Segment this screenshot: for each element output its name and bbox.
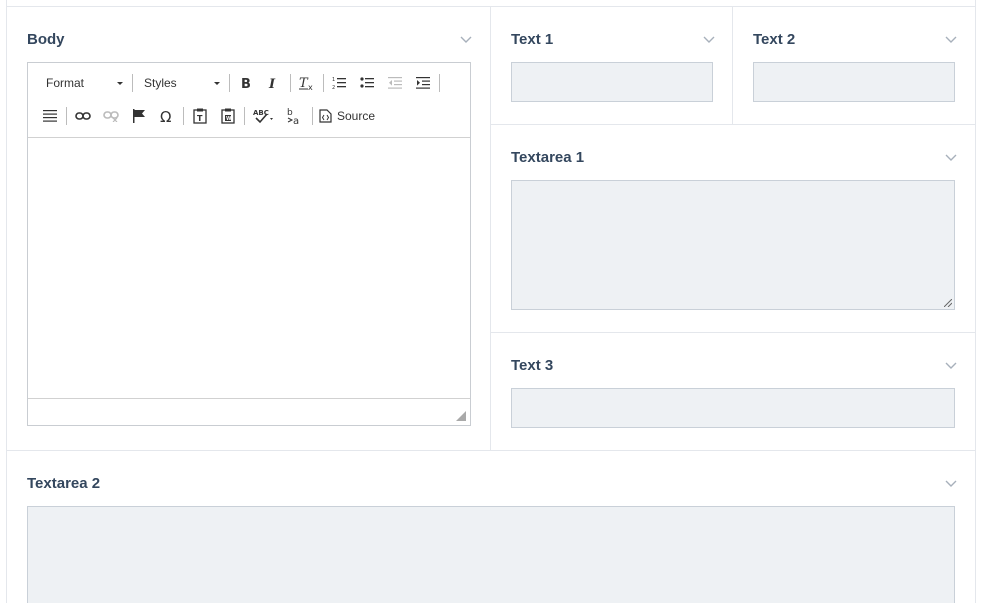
paste-word-icon[interactable]: W [218,106,238,126]
styles-dropdown-label: Styles [144,76,177,90]
svg-text:x: x [308,83,313,91]
svg-text:a: a [293,116,299,125]
top-divider [6,6,976,7]
editor-content-area[interactable] [28,138,470,399]
toolbar-separator [183,107,184,125]
bulleted-list-icon[interactable] [357,73,377,93]
svg-text:1: 1 [332,77,335,83]
row-divider-2 [490,332,976,333]
text2-input[interactable] [754,63,954,101]
find-replace-icon[interactable]: ba [284,106,304,126]
indent-icon[interactable] [413,73,433,93]
chevron-down-icon[interactable] [945,36,957,44]
svg-text:B: B [241,77,251,90]
link-icon[interactable] [73,106,93,126]
column-divider-right [732,6,733,124]
text2-label: Text 2 [753,31,796,48]
italic-icon[interactable]: I [263,73,283,93]
text1-input[interactable] [512,63,712,101]
format-dropdown-label: Format [46,76,85,90]
editor-footer [28,398,470,425]
textarea1-input[interactable] [512,181,954,309]
toolbar-separator [66,107,67,125]
unlink-icon[interactable] [101,106,121,126]
text3-label: Text 3 [511,357,554,374]
svg-text:I: I [268,77,276,90]
svg-text:ABC: ABC [253,109,269,117]
text2-field[interactable] [753,62,955,102]
textarea-resize-icon[interactable] [944,299,952,307]
outdent-icon[interactable] [385,73,405,93]
text1-label: Text 1 [511,31,554,48]
textarea2-label: Textarea 2 [27,475,101,492]
styles-caret-icon [214,82,220,85]
editor-toolbar: Format Styles B I Tx 12 Ω T W ABC b a So… [28,63,470,138]
body-label: Body [27,31,65,48]
svg-text:2: 2 [332,85,335,90]
column-divider [490,6,491,450]
paste-text-icon[interactable]: T [190,106,210,126]
spellcheck-icon[interactable]: ABC [251,106,279,126]
source-icon [319,109,332,123]
textarea1-field[interactable] [511,180,955,310]
toolbar-separator [439,74,440,92]
rich-text-editor: Format Styles B I Tx 12 Ω T W ABC b a So… [27,62,471,426]
styles-dropdown[interactable]: Styles [144,75,224,91]
svg-text:W: W [226,116,232,122]
anchor-flag-icon[interactable] [129,106,149,126]
toolbar-separator [323,74,324,92]
text3-field[interactable] [511,388,955,428]
text3-input[interactable] [512,389,954,427]
source-button[interactable]: Source [319,106,381,126]
toolbar-separator [290,74,291,92]
textarea1-label: Textarea 1 [511,149,585,166]
chevron-down-icon[interactable] [945,362,957,370]
toolbar-separator [229,74,230,92]
chevron-down-icon[interactable] [703,36,715,44]
format-dropdown[interactable]: Format [46,75,126,91]
chevron-down-icon[interactable] [945,154,957,162]
toolbar-separator [244,107,245,125]
text1-field[interactable] [511,62,713,102]
toolbar-separator [132,74,133,92]
remove-format-icon[interactable]: Tx [296,73,316,93]
bold-icon[interactable]: B [236,73,256,93]
svg-text:Ω: Ω [160,108,171,124]
toolbar-separator [312,107,313,125]
row-divider-3 [6,450,976,451]
blockquote-icon[interactable] [40,106,60,126]
format-caret-icon [117,82,123,85]
chevron-down-icon[interactable] [945,480,957,488]
row-divider-1 [490,124,976,125]
source-label: Source [337,109,376,123]
resize-handle-icon[interactable] [456,411,466,421]
chevron-down-icon[interactable] [460,36,472,44]
textarea2-input[interactable] [28,507,954,603]
numbered-list-icon[interactable]: 12 [329,73,349,93]
textarea2-field[interactable] [27,506,955,603]
svg-text:T: T [197,114,203,123]
special-char-icon[interactable]: Ω [157,106,177,126]
